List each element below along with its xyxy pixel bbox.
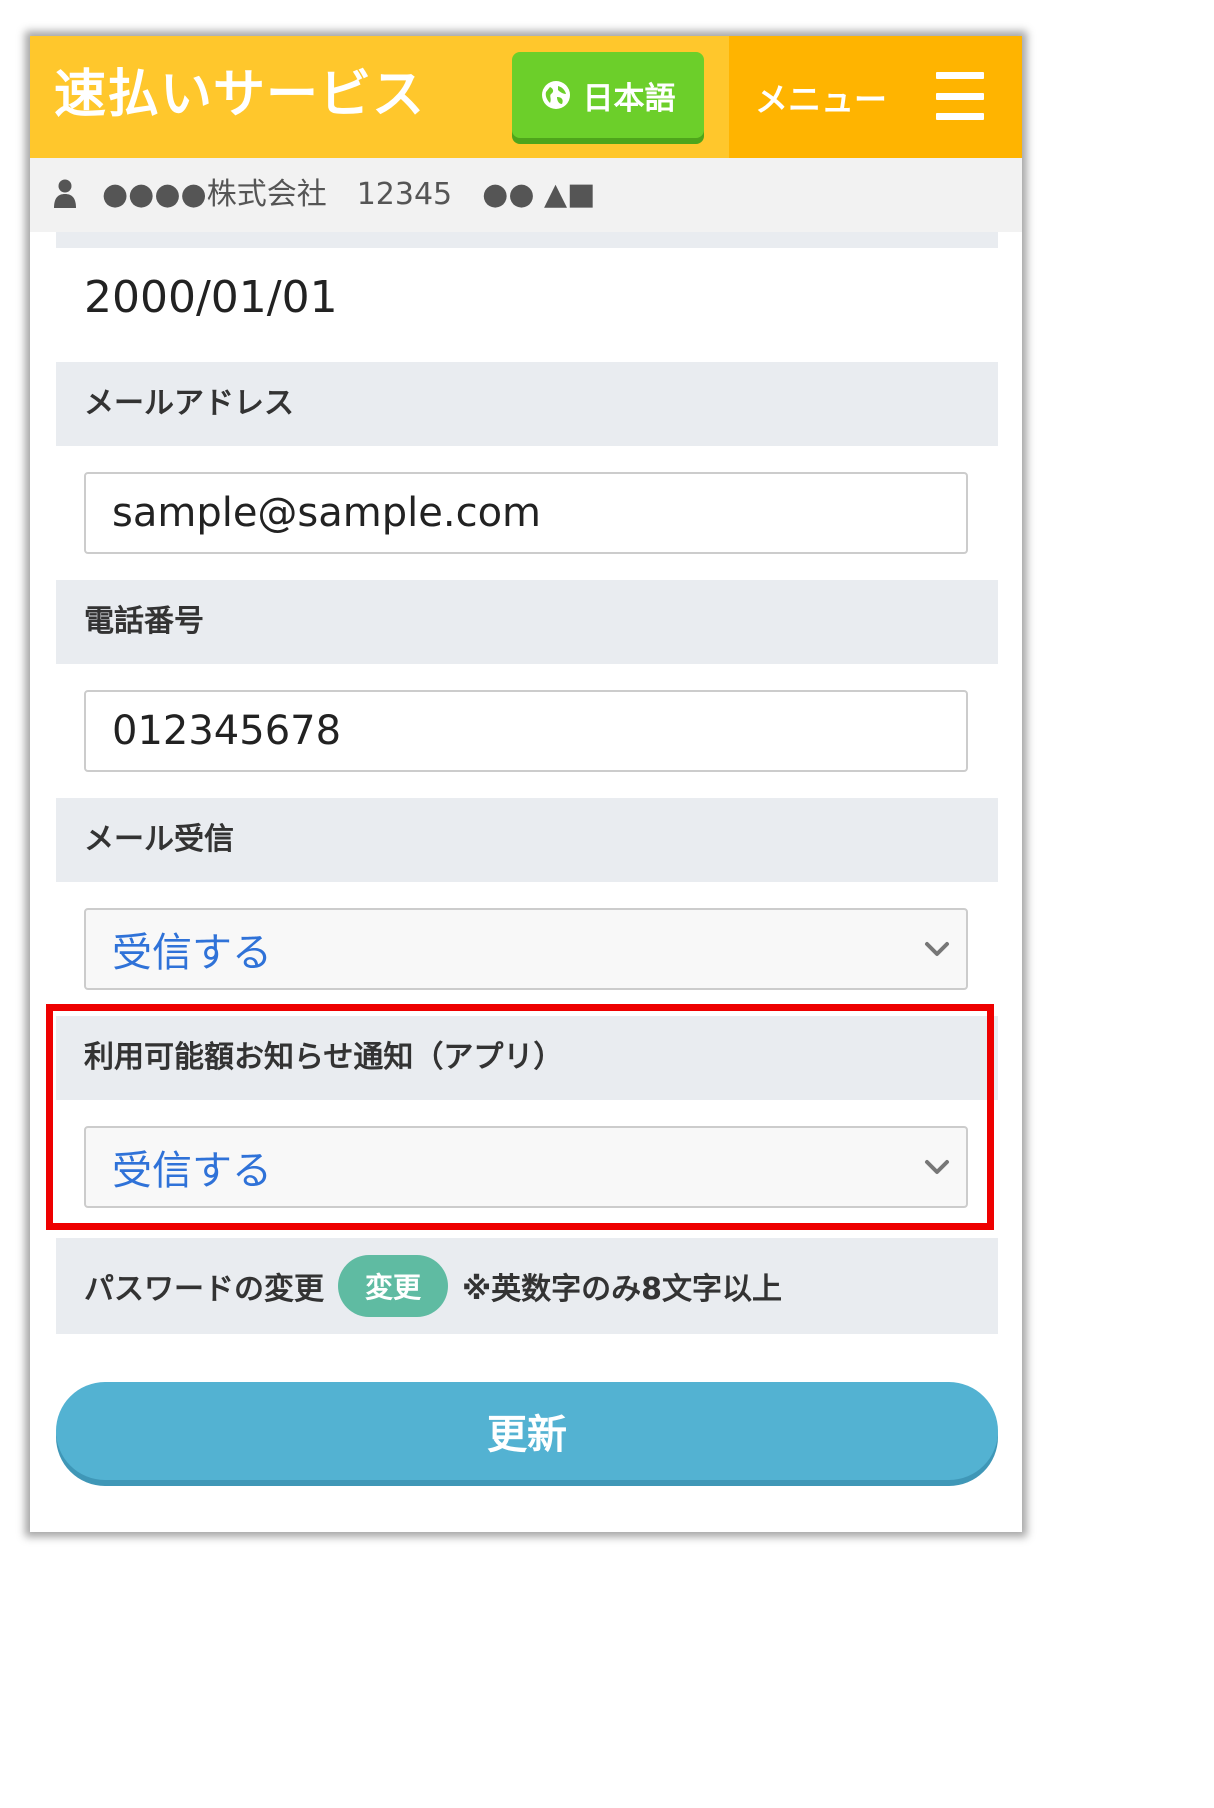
app-notification-selected: 受信する bbox=[112, 1148, 272, 1194]
password-note: ※英数字のみ8文字以上 bbox=[462, 1272, 783, 1307]
chevron-down-icon bbox=[922, 938, 952, 960]
change-password-button[interactable]: 変更 bbox=[338, 1255, 448, 1317]
user-info-bar: ●●●●株式会社 12345 ●● ▲■ bbox=[30, 158, 1022, 232]
menu-button[interactable]: メニュー bbox=[729, 36, 1022, 158]
email-label: メールアドレス bbox=[56, 362, 998, 446]
language-label: 日本語 bbox=[582, 80, 676, 117]
phone-label: 電話番号 bbox=[56, 580, 998, 664]
phone-row bbox=[56, 664, 998, 798]
hamburger-icon bbox=[936, 72, 984, 120]
email-field[interactable] bbox=[84, 472, 968, 554]
user-info-text: ●●●●株式会社 12345 ●● ▲■ bbox=[102, 177, 596, 212]
mail-receive-selected: 受信する bbox=[112, 930, 272, 976]
birthdate-value: 2000/01/01 bbox=[84, 272, 338, 323]
password-row: パスワードの変更 変更 ※英数字のみ8文字以上 bbox=[56, 1238, 998, 1334]
email-row bbox=[56, 446, 998, 580]
app-notification-label: 利用可能額お知らせ通知（アプリ） bbox=[56, 1016, 998, 1100]
update-button[interactable]: 更新 bbox=[56, 1382, 998, 1480]
mail-receive-row: 受信する bbox=[56, 882, 998, 1016]
phone-field[interactable] bbox=[84, 690, 968, 772]
password-label: パスワードの変更 bbox=[84, 1272, 324, 1307]
menu-label: メニュー bbox=[755, 80, 887, 119]
user-icon bbox=[54, 178, 76, 208]
phone-screen: 速払いサービス 日本語 メニュー ●●●●株式会社 12345 ●● ▲■ 20… bbox=[30, 36, 1022, 1532]
app-notification-row: 受信する bbox=[56, 1100, 998, 1234]
app-notification-select[interactable]: 受信する bbox=[84, 1126, 968, 1208]
chevron-down-icon bbox=[922, 1156, 952, 1178]
app-title: 速払いサービス bbox=[54, 65, 426, 125]
globe-icon bbox=[541, 80, 571, 110]
mail-receive-select[interactable]: 受信する bbox=[84, 908, 968, 990]
profile-form: 2000/01/01 メールアドレス 電話番号 メール受信 受信する 利用可能額… bbox=[46, 232, 998, 1532]
birthdate-row: 2000/01/01 bbox=[56, 248, 998, 362]
section-divider bbox=[56, 232, 998, 248]
app-header: 速払いサービス 日本語 メニュー bbox=[30, 36, 1022, 158]
language-button[interactable]: 日本語 bbox=[512, 52, 704, 138]
mail-receive-label: メール受信 bbox=[56, 798, 998, 882]
